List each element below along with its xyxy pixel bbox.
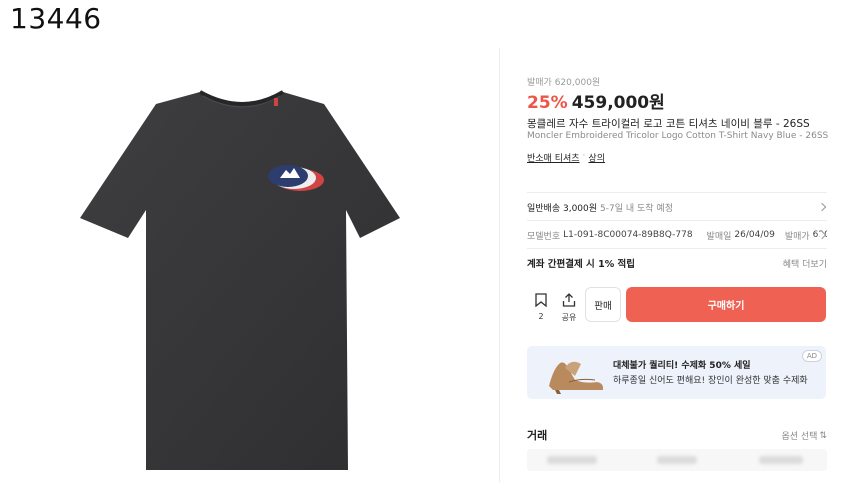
sell-button[interactable]: 판매 bbox=[585, 287, 621, 322]
blurred-tab bbox=[547, 456, 597, 464]
product-detail-panel: 발매가 620,000원 25% 459,000원 몽클레르 자수 트라이컬러 … bbox=[527, 0, 829, 482]
ad-title: 대체불가 퀄리티! 수제화 50% 세일 bbox=[613, 361, 751, 371]
sale-price: 459,000원 bbox=[571, 93, 665, 113]
shoe-image bbox=[545, 350, 607, 394]
more-benefits-link[interactable]: 혜택 더보기 bbox=[783, 257, 827, 270]
blurred-tab bbox=[759, 456, 803, 464]
chevron-right-icon bbox=[817, 202, 827, 212]
bookmark-icon bbox=[535, 293, 547, 308]
release-value: 26/04/09 bbox=[734, 230, 775, 240]
share-button[interactable]: 공유 bbox=[559, 292, 579, 322]
model-label: 모델번호 bbox=[527, 231, 561, 242]
ad-badge: AD bbox=[801, 350, 822, 362]
share-icon bbox=[562, 293, 576, 307]
model-info-row[interactable]: 모델번호 L1-091-8C00074-89B8Q-778 발매일 26/04/… bbox=[527, 228, 827, 242]
shipping-detail: 5-7일 내 도착 예정 bbox=[600, 203, 673, 214]
model-value: L1-091-8C00074-89B8Q-778 bbox=[563, 230, 693, 240]
shipping-row[interactable]: 일반배송 3,000원 5-7일 내 도착 예정 bbox=[527, 200, 827, 214]
product-image bbox=[78, 86, 404, 472]
tag-separator: · bbox=[582, 151, 586, 161]
option-select[interactable]: 옵션 선택 ⇅ bbox=[781, 429, 827, 443]
shipping-label: 일반배송 3,000원 bbox=[527, 203, 598, 214]
ad-subtitle: 하루종일 신어도 편해요! 장인이 완성한 맞춤 수제화 bbox=[613, 376, 808, 386]
divider bbox=[527, 248, 827, 249]
blurred-tab bbox=[657, 456, 697, 464]
divider bbox=[527, 192, 827, 193]
ad-banner[interactable]: 대체불가 퀄리티! 수제화 50% 세일 하루종일 신어도 편해요! 장인이 완… bbox=[527, 346, 826, 399]
product-title-ko: 몽클레르 자수 트라이컬러 로고 코튼 티셔츠 네이비 블루 - 26SS bbox=[527, 118, 810, 130]
bookmark-count: 2 bbox=[538, 312, 544, 321]
price-label: 발매가 bbox=[784, 231, 810, 242]
item-counter: 13446 bbox=[10, 2, 102, 35]
payment-benefit-label: 계좌 간편결제 시 1% 적립 bbox=[527, 259, 636, 270]
tag-short-sleeve[interactable]: 반소매 티셔츠 bbox=[527, 151, 580, 164]
divider bbox=[527, 220, 827, 221]
share-label: 공유 bbox=[561, 313, 577, 322]
tag-tops[interactable]: 상의 bbox=[588, 151, 605, 164]
discount-rate: 25% bbox=[527, 93, 568, 113]
sort-icon: ⇅ bbox=[819, 430, 827, 441]
option-select-label: 옵션 선택 bbox=[781, 432, 818, 442]
bookmark-button[interactable]: 2 bbox=[533, 292, 549, 322]
release-label: 발매일 bbox=[706, 231, 732, 242]
panel-divider bbox=[499, 48, 500, 482]
trade-section-title: 거래 bbox=[527, 429, 548, 442]
trade-tabs-placeholder bbox=[527, 449, 827, 471]
buy-button[interactable]: 구매하기 bbox=[626, 287, 826, 322]
category-tags: 반소매 티셔츠 · 상의 bbox=[527, 151, 605, 164]
payment-benefit-row: 계좌 간편결제 시 1% 적립 혜택 더보기 bbox=[527, 256, 827, 270]
product-title-en: Moncler Embroidered Tricolor Logo Cotton… bbox=[527, 131, 829, 141]
original-price: 발매가 620,000원 bbox=[527, 78, 601, 88]
price-row: 25% 459,000원 bbox=[527, 88, 665, 113]
